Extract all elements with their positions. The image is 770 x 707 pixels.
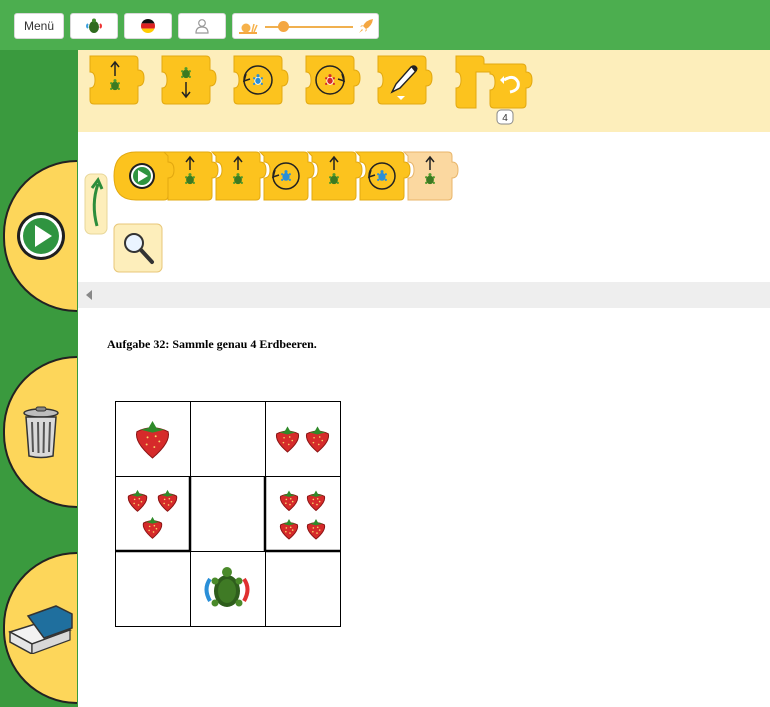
top-bar: Menü xyxy=(0,0,770,50)
loop-marker[interactable] xyxy=(84,173,108,235)
run-button[interactable] xyxy=(3,160,77,312)
block-turn-right[interactable] xyxy=(305,55,361,105)
block-repeat[interactable]: 4 xyxy=(455,55,533,125)
block-pen[interactable] xyxy=(377,55,433,105)
strawberry-icon xyxy=(279,490,326,540)
left-sidebar xyxy=(0,50,78,707)
block-forward-4[interactable] xyxy=(402,151,459,201)
zoom-button[interactable] xyxy=(113,223,163,273)
grid-cell xyxy=(115,476,190,551)
user-icon xyxy=(195,19,209,34)
eraser-button[interactable] xyxy=(3,552,77,704)
grid-cell xyxy=(265,551,340,626)
block-forward-3[interactable] xyxy=(306,151,363,201)
strawberry-icon xyxy=(136,420,169,459)
grid-cell xyxy=(115,401,190,476)
language-button[interactable] xyxy=(124,13,172,39)
menu-label: Menü xyxy=(23,19,55,33)
german-flag-icon xyxy=(141,19,155,33)
block-forward[interactable] xyxy=(89,55,145,105)
workspace-scrollbar[interactable] xyxy=(78,282,770,308)
block-turn-left[interactable] xyxy=(233,55,289,105)
rocket-speed-icon xyxy=(359,19,373,33)
grid-cell xyxy=(190,401,265,476)
block-turn-left-2[interactable] xyxy=(354,151,411,201)
grid-cell xyxy=(190,476,265,551)
speed-slider-handle[interactable] xyxy=(277,21,289,32)
block-backward[interactable] xyxy=(161,55,217,105)
grid-cell xyxy=(115,551,190,626)
eraser-icon xyxy=(8,605,73,654)
strawberry-icon xyxy=(275,426,330,453)
strawberry-icon xyxy=(127,489,178,539)
scroll-left-arrow-icon[interactable] xyxy=(85,290,95,300)
turtle-mode-button[interactable] xyxy=(70,13,118,39)
trash-icon xyxy=(23,406,59,459)
block-turn-left-1[interactable] xyxy=(258,151,315,201)
trash-button[interactable] xyxy=(3,356,77,508)
repeat-count[interactable]: 4 xyxy=(502,113,508,124)
program-workspace[interactable] xyxy=(78,132,770,282)
turtle-icon xyxy=(204,567,250,607)
user-button[interactable] xyxy=(178,13,226,39)
grid-cell xyxy=(265,401,340,476)
block-forward-1[interactable] xyxy=(162,151,219,201)
turtle-icon xyxy=(86,18,102,33)
task-description: Aufgabe 32: Sammle genau 4 Erdbeeren. xyxy=(107,337,317,351)
grid-cell xyxy=(265,476,340,551)
snail-speed-icon xyxy=(239,23,258,34)
game-grid xyxy=(115,401,341,627)
play-icon xyxy=(17,212,65,260)
block-start[interactable] xyxy=(113,151,175,201)
speed-control xyxy=(232,13,379,39)
grid-cell xyxy=(190,551,265,626)
block-forward-2[interactable] xyxy=(210,151,267,201)
menu-button[interactable]: Menü xyxy=(14,13,64,39)
program-blocks xyxy=(84,151,459,273)
block-toolbox: 4 xyxy=(78,50,770,132)
toolbox-blocks: 4 xyxy=(89,55,533,125)
